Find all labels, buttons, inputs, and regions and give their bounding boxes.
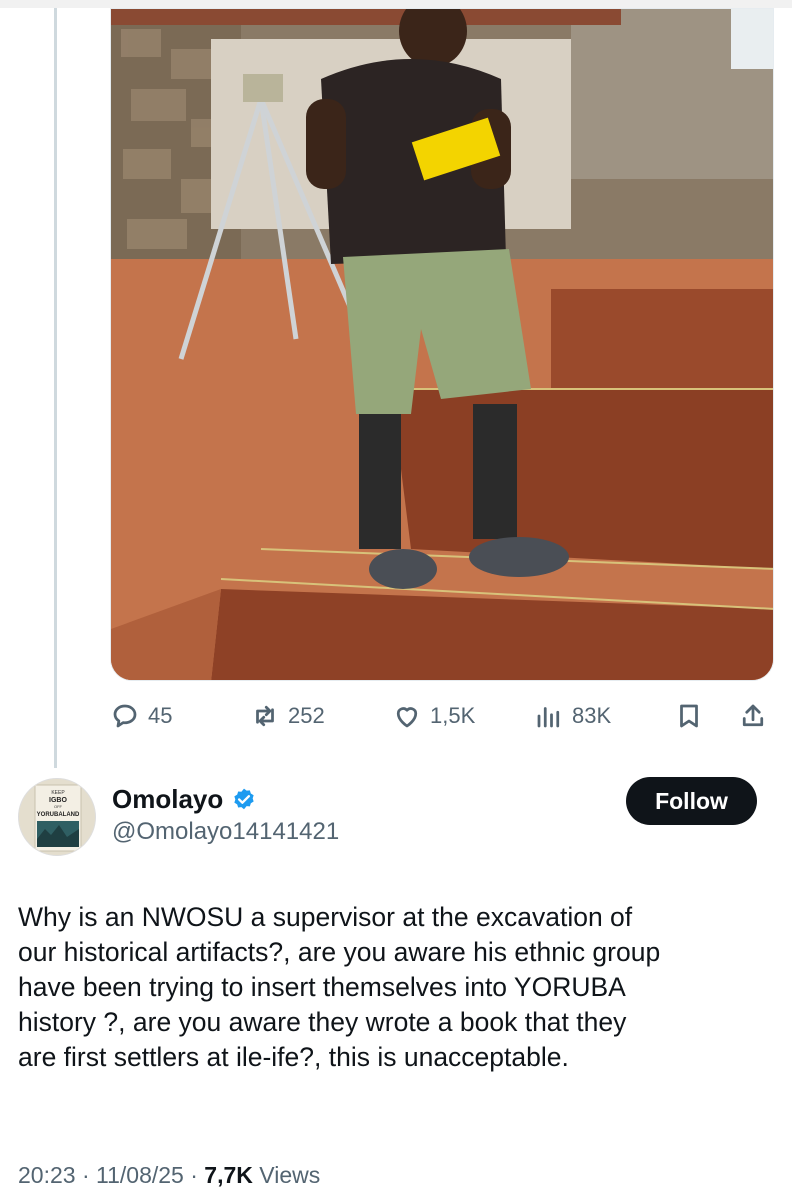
meta-separator: · [75,1162,97,1188]
views-label: Views [252,1162,321,1188]
reply-button[interactable]: 45 [110,696,172,736]
repost-icon [256,705,274,727]
share-icon [742,704,764,727]
tweet-date[interactable]: 11/08/25 [96,1162,184,1188]
tweet-text: Why is an NWOSU a supervisor at the exca… [18,900,768,1075]
bookmark-icon [680,704,698,728]
tweet-view-count: 7,7K [204,1162,253,1188]
excavation-photo [111,9,773,680]
tweet-time[interactable]: 20:23 [18,1162,76,1188]
meta-separator: · [183,1162,205,1188]
verified-badge-icon [234,788,254,809]
top-edge [0,0,792,8]
views-count: 83K [572,703,612,728]
like-button[interactable]: 1,5K [392,696,475,736]
share-button[interactable] [738,696,768,736]
svg-text:OFF: OFF [54,804,63,809]
heart-icon [396,707,418,728]
svg-text:KEEP: KEEP [51,790,65,796]
bookmark-button[interactable] [674,696,704,736]
author-handle[interactable]: @Omolayo14141421 [112,818,339,846]
repost-count: 252 [288,703,325,728]
tweet-text-line: Why is an NWOSU a supervisor at the exca… [18,902,633,932]
author-name[interactable]: Omolayo [112,784,257,815]
author-display-name: Omolayo [112,784,224,814]
views-button[interactable]: 83K [534,696,611,736]
tweet-media-photo[interactable] [110,8,774,681]
book-cover-avatar: KEEP IGBO OFF YORUBALAND [19,779,95,855]
tweet-action-bar: 45 252 1,5K 83K [110,696,774,736]
svg-text:YORUBALAND: YORUBALAND [37,812,80,818]
author-avatar[interactable]: KEEP IGBO OFF YORUBALAND [18,778,96,856]
tweet-text-line: our historical artifacts?, are you aware… [18,937,661,967]
tweet-text-line: history ?, are you aware they wrote a bo… [18,1007,627,1037]
repost-button[interactable]: 252 [250,696,325,736]
reply-count: 45 [148,703,173,728]
follow-button[interactable]: Follow [626,777,757,825]
like-count: 1,5K [430,703,476,728]
tweet-meta: 20:23 · 11/08/25 · 7,7K Views [18,1162,320,1189]
reply-icon [113,704,137,728]
views-icon [537,707,560,728]
excavation-trench [391,389,773,569]
tweet-text-line: have been trying to insert themselves in… [18,972,626,1002]
svg-text:IGBO: IGBO [49,797,67,804]
tweet-text-line: are first settlers at ile-ife?, this is … [18,1042,569,1072]
thread-connector-line [54,8,57,768]
